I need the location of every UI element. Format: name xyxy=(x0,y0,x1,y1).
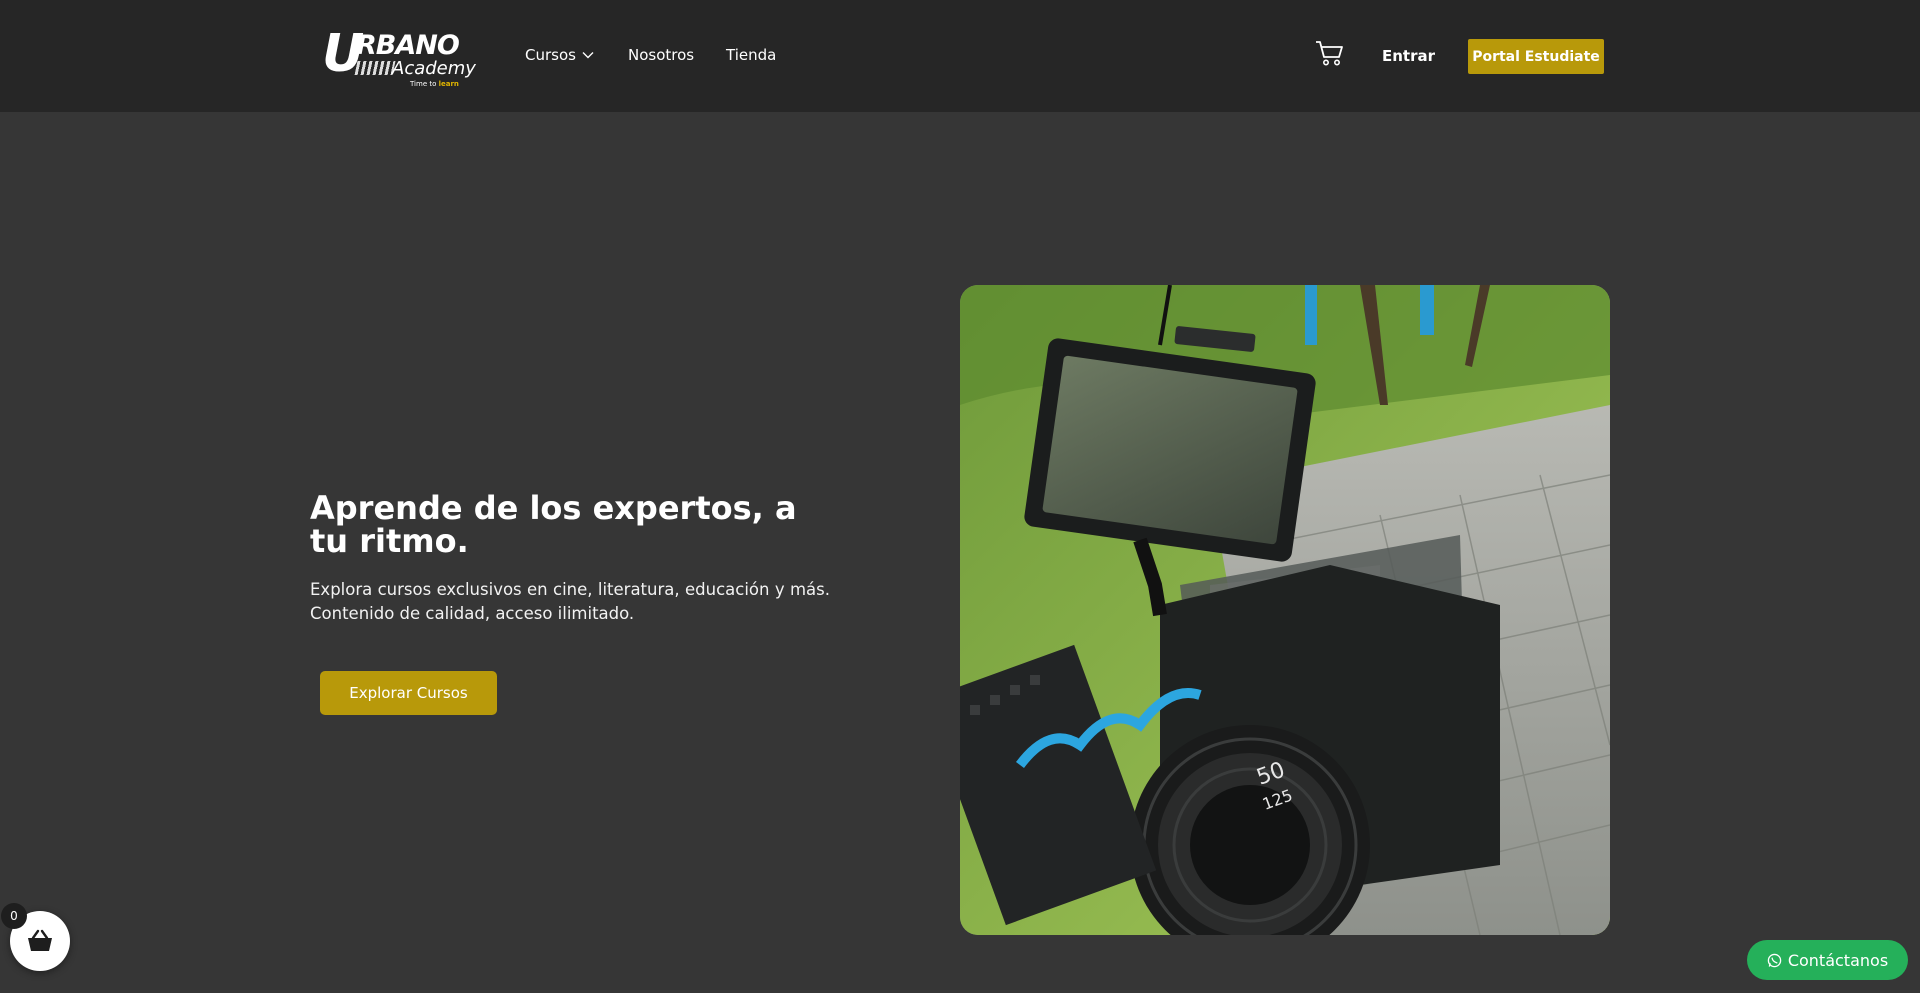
nav-nosotros[interactable]: Nosotros xyxy=(628,46,694,64)
camera-rig-illustration: 50 125 xyxy=(960,285,1610,935)
whatsapp-label: Contáctanos xyxy=(1787,950,1889,970)
hero-description: Explora cursos exclusivos en cine, liter… xyxy=(310,580,830,623)
logo-tagline: Time to learn xyxy=(410,80,459,88)
logo-stripe xyxy=(354,61,396,75)
logo-text-academy: Academy xyxy=(392,58,476,79)
login-link[interactable]: Entrar xyxy=(1382,47,1435,65)
nav-cursos-label: Cursos xyxy=(525,46,576,64)
site-header: U RBANO Academy Time to learn Cursos Nos… xyxy=(0,0,1920,112)
cart-icon[interactable] xyxy=(1315,39,1345,67)
urbano-academy-logo[interactable]: U RBANO Academy Time to learn xyxy=(322,24,476,90)
nav-tienda[interactable]: Tienda xyxy=(726,46,776,64)
hero-camera-photo: 50 125 xyxy=(960,285,1610,935)
hero-title: Aprende de los expertos, a tu ritmo. xyxy=(310,489,797,560)
student-portal-button[interactable]: Portal Estudiate xyxy=(1468,39,1604,74)
whatsapp-contact-button[interactable]: Contáctanos xyxy=(1747,940,1908,980)
basket-icon xyxy=(28,929,52,951)
whatsapp-icon xyxy=(1767,953,1782,967)
explore-courses-button[interactable]: Explorar Cursos xyxy=(320,671,497,715)
nav-cursos[interactable]: Cursos xyxy=(525,46,594,64)
logo-text-rbano: RBANO xyxy=(356,30,460,61)
chevron-down-icon xyxy=(582,52,594,59)
cart-count-badge: 0 xyxy=(1,903,27,929)
